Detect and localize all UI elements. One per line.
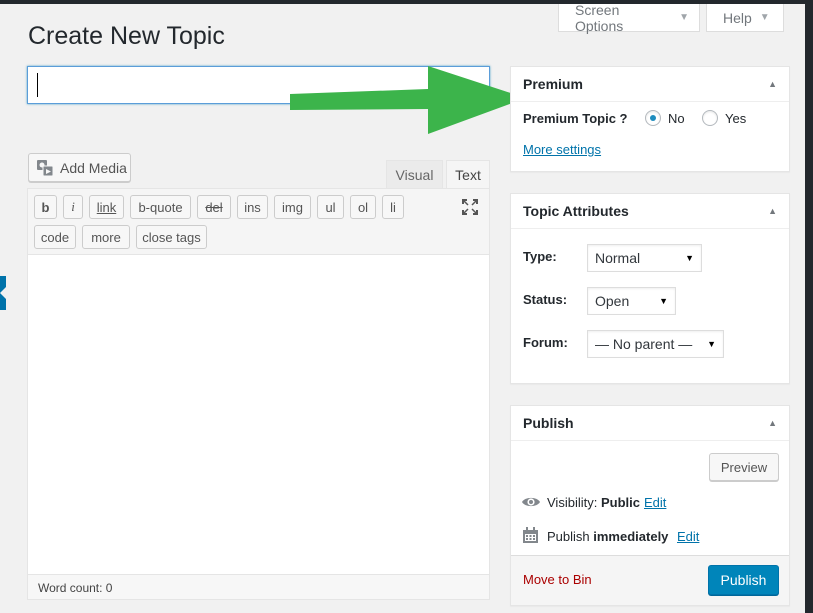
status-select[interactable]: Open ▼ [587, 287, 676, 315]
publish-metabox: Publish ▲ Preview Visibility: Public Edi… [510, 405, 790, 606]
qt-del-button[interactable]: del [197, 195, 231, 219]
qt-li-button[interactable]: li [382, 195, 404, 219]
qt-bold-button[interactable]: b [34, 195, 57, 219]
content-editor[interactable]: b i link b-quote del ins img ul ol li co… [27, 188, 490, 600]
topic-attributes-metabox: Topic Attributes ▲ Type: Normal ▼ Status… [510, 193, 790, 384]
dropdown-arrow-icon: ▼ [685, 253, 694, 263]
quicktags-toolbar: b i link b-quote del ins img ul ol li co… [28, 189, 489, 255]
qt-close-tags-button[interactable]: close tags [136, 225, 207, 249]
visibility-row: Visibility: Public [547, 495, 640, 510]
qt-img-button[interactable]: img [274, 195, 311, 219]
type-select[interactable]: Normal ▼ [587, 244, 702, 272]
publish-schedule-edit-link[interactable]: Edit [677, 529, 699, 544]
visibility-edit-link[interactable]: Edit [644, 495, 666, 510]
dropdown-arrow-icon: ▼ [659, 296, 668, 306]
premium-yes-label[interactable]: Yes [725, 111, 746, 126]
qt-code-button[interactable]: code [34, 225, 76, 249]
publish-schedule-row: Publish immediately [547, 529, 668, 544]
qt-ins-button[interactable]: ins [237, 195, 268, 219]
publish-actions: Move to Bin Publish [511, 555, 789, 605]
qt-italic-button[interactable]: i [63, 195, 83, 219]
type-label: Type: [523, 249, 557, 264]
fullscreen-icon[interactable] [461, 198, 479, 216]
premium-no-label[interactable]: No [668, 111, 685, 126]
dropdown-arrow-icon: ▼ [707, 339, 716, 349]
calendar-icon [523, 527, 538, 543]
qt-ul-button[interactable]: ul [317, 195, 344, 219]
premium-title: Premium [523, 76, 583, 92]
visibility-value: Public [600, 495, 640, 510]
caret-down-icon: ▼ [759, 12, 770, 23]
collapse-triangle-icon[interactable]: ▲ [768, 418, 777, 428]
qt-bquote-button[interactable]: b-quote [130, 195, 191, 219]
screen-options-button[interactable]: Screen Options ▼ [558, 1, 700, 34]
publish-schedule-value: immediately [593, 529, 669, 544]
forum-select[interactable]: — No parent — ▼ [587, 330, 724, 358]
status-label: Status: [523, 292, 568, 307]
publish-title: Publish [523, 415, 574, 431]
collapse-menu-tab[interactable] [0, 276, 6, 310]
add-media-button[interactable]: Add Media [28, 153, 131, 182]
add-media-label: Add Media [60, 159, 127, 176]
publish-schedule-label: Publish [547, 529, 590, 544]
help-button[interactable]: Help ▼ [706, 4, 784, 32]
page-title: Create New Topic [28, 22, 225, 50]
caret-down-icon: ▼ [679, 12, 689, 23]
eye-icon [522, 497, 540, 507]
topic-attributes-header[interactable]: Topic Attributes ▲ [511, 194, 789, 229]
type-select-value: Normal [595, 250, 641, 266]
collapse-triangle-icon[interactable]: ▲ [768, 206, 777, 216]
help-label: Help [723, 9, 752, 26]
qt-more-button[interactable]: more [82, 225, 130, 249]
premium-header[interactable]: Premium ▲ [511, 67, 789, 102]
tab-text[interactable]: Text [446, 160, 490, 188]
move-to-bin-link[interactable]: Move to Bin [523, 572, 592, 587]
forum-label: Forum: [523, 335, 568, 350]
preview-button[interactable]: Preview [709, 453, 779, 481]
collapse-triangle-icon[interactable]: ▲ [768, 79, 777, 89]
topic-attributes-title: Topic Attributes [523, 203, 629, 219]
qt-ol-button[interactable]: ol [350, 195, 376, 219]
visibility-label: Visibility: [547, 495, 598, 510]
tab-visual[interactable]: Visual [386, 160, 443, 188]
publish-button[interactable]: Publish [708, 565, 779, 595]
word-count: Word count: 0 [28, 574, 489, 599]
publish-header[interactable]: Publish ▲ [511, 406, 789, 441]
more-settings-link[interactable]: More settings [523, 142, 601, 157]
right-edge-strip [805, 0, 813, 613]
screen-options-label: Screen Options [575, 1, 624, 34]
qt-link-button[interactable]: link [89, 195, 124, 219]
green-arrow-annotation [290, 66, 526, 134]
premium-yes-radio[interactable] [702, 110, 718, 126]
premium-topic-label: Premium Topic ? [523, 111, 628, 126]
status-select-value: Open [595, 293, 630, 309]
premium-no-radio[interactable] [645, 110, 661, 126]
media-icon [37, 159, 54, 176]
text-cursor [37, 73, 38, 97]
forum-select-value: — No parent — [595, 336, 693, 352]
premium-metabox: Premium ▲ Premium Topic ? No Yes More se… [510, 66, 790, 172]
